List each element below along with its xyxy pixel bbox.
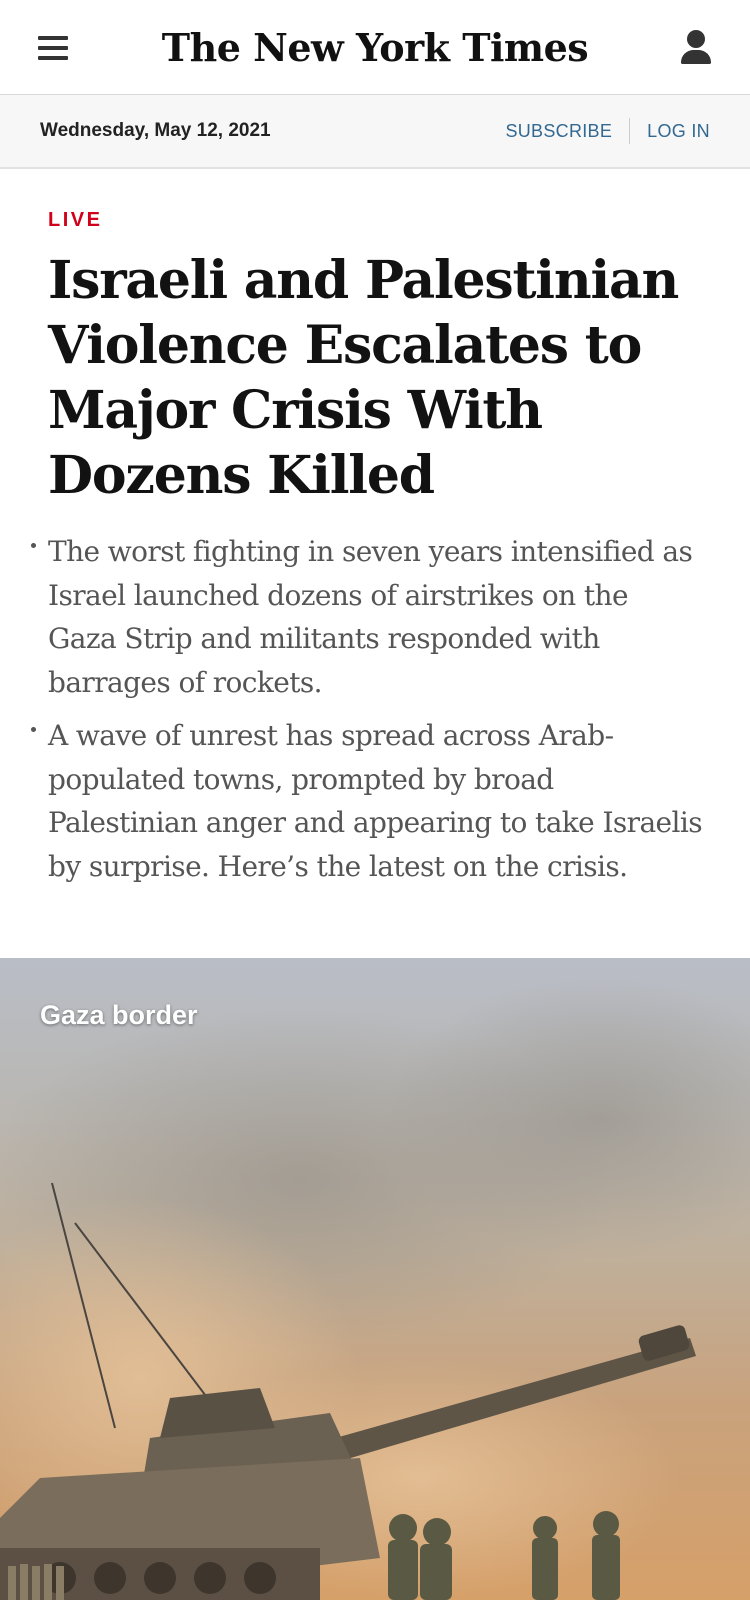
auth-divider (629, 118, 631, 144)
nyt-logo[interactable]: The New York Times (0, 20, 750, 76)
story-photo[interactable]: Gaza border (0, 958, 750, 1600)
artillery-scene-illustration (0, 978, 750, 1600)
masthead: The New York Times (0, 0, 750, 95)
auth-links: SUBSCRIBE LOG IN (505, 118, 710, 144)
live-kicker: LIVE (48, 209, 103, 231)
subscribe-link[interactable]: SUBSCRIBE (505, 121, 612, 142)
lead-story: LIVE Israeli and Palestinian Violence Es… (0, 169, 750, 888)
summary-item: The worst fighting in seven years intens… (31, 530, 702, 704)
login-link[interactable]: LOG IN (647, 121, 710, 142)
date-bar: Wednesday, May 12, 2021 SUBSCRIBE LOG IN (0, 95, 750, 169)
story-summary-list: The worst fighting in seven years intens… (31, 530, 703, 888)
current-date: Wednesday, May 12, 2021 (40, 120, 271, 141)
user-account-icon[interactable] (680, 30, 712, 66)
summary-item: A wave of unrest has spread across Arab-… (31, 714, 703, 888)
story-headline[interactable]: Israeli and Palestinian Violence Escalat… (48, 248, 702, 508)
photo-location-label: Gaza border (40, 1000, 198, 1030)
